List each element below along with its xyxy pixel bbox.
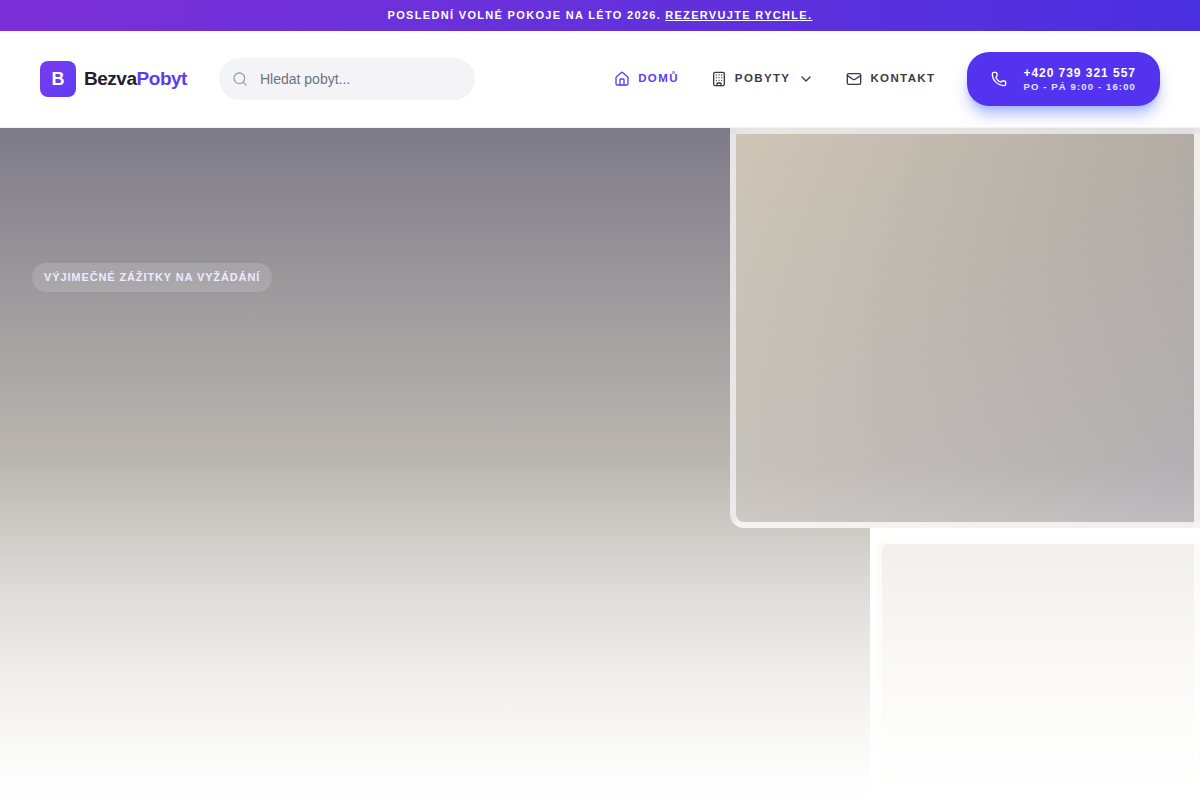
promo-banner: POSLEDNÍ VOLNÉ POKOJE NA LÉTO 2026.REZER… <box>0 0 1200 31</box>
home-icon <box>614 71 630 87</box>
search-icon <box>232 71 248 87</box>
nav-item[interactable]: KONTAKT <box>846 70 935 87</box>
phone-button[interactable]: +420 739 321 557PO - PÁ 9:00 - 16:00 <box>967 52 1160 106</box>
search-field[interactable]: Hledat pobyt... <box>219 58 475 100</box>
nav-item[interactable]: DOMŮ <box>614 70 679 87</box>
promo-text: POSLEDNÍ VOLNÉ POKOJE NA LÉTO 2026. <box>388 7 662 24</box>
logo-mark: B <box>40 61 76 97</box>
phone-number: +420 739 321 557 <box>1023 66 1135 81</box>
search-placeholder: Hledat pobyt... <box>260 69 350 90</box>
phone-hours: PO - PÁ 9:00 - 16:00 <box>1023 81 1136 93</box>
hero: VÝJIMEČNÉ ZÁŽITKY NA VYŽÁDÁNÍ <box>0 128 1200 800</box>
hero-badge: VÝJIMEČNÉ ZÁŽITKY NA VYŽÁDÁNÍ <box>32 263 272 292</box>
mail-icon <box>846 71 862 87</box>
phone-icon <box>991 71 1007 87</box>
main-nav: DOMŮ POBYTY KONTAKT <box>614 70 935 87</box>
logo-text: BezvaPobyt <box>84 65 187 94</box>
hero-fade <box>0 128 1200 800</box>
logo[interactable]: B BezvaPobyt <box>40 61 187 97</box>
nav-item[interactable]: POBYTY <box>711 70 815 87</box>
header: B BezvaPobyt Hledat pobyt... DOMŮ POBYTY KONT… <box>0 31 1200 128</box>
building-icon <box>711 71 727 87</box>
page: POSLEDNÍ VOLNÉ POKOJE NA LÉTO 2026.REZER… <box>0 0 1200 800</box>
chevron-down-icon <box>798 71 814 87</box>
promo-link[interactable]: REZERVUJTE RYCHLE. <box>665 7 812 24</box>
